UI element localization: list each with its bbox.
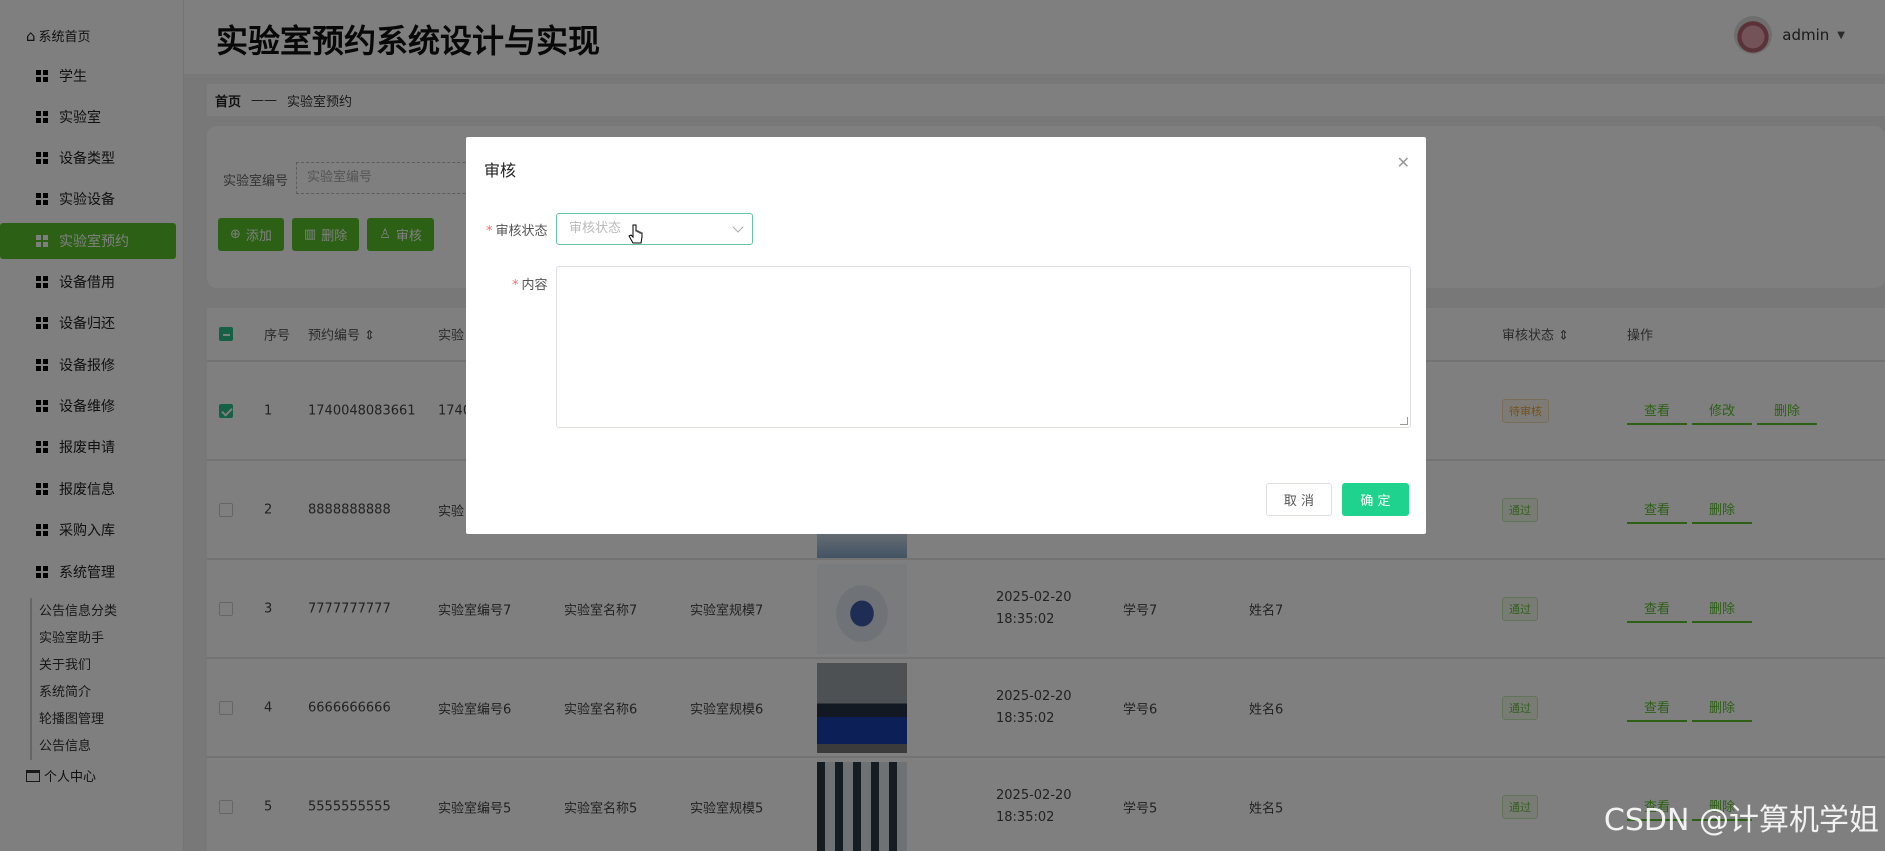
audit-status-placeholder: 审核状态: [569, 221, 622, 236]
required-mark: *: [486, 224, 493, 239]
confirm-button[interactable]: 确 定: [1342, 483, 1409, 516]
watermark: CSDN @计算机学姐: [1603, 803, 1879, 838]
audit-dialog: 审核 ✕ * 审核状态 审核状态 * 内容 取 消 确 定: [466, 137, 1426, 534]
audit-status-label-text: 审核状态: [495, 224, 548, 239]
cancel-button[interactable]: 取 消: [1266, 483, 1332, 516]
required-mark: *: [512, 278, 519, 293]
resize-handle[interactable]: [1400, 417, 1408, 425]
pointer-cursor-icon: [628, 224, 643, 244]
audit-status-label: * 审核状态: [486, 220, 548, 239]
dialog-title: 审核: [484, 161, 517, 180]
chevron-down-icon: [732, 221, 744, 233]
audit-status-select[interactable]: 审核状态: [556, 213, 753, 245]
content-label: * 内容: [512, 274, 548, 293]
content-label-text: 内容: [521, 278, 548, 293]
content-textarea[interactable]: [556, 266, 1411, 428]
close-icon[interactable]: ✕: [1397, 153, 1410, 172]
